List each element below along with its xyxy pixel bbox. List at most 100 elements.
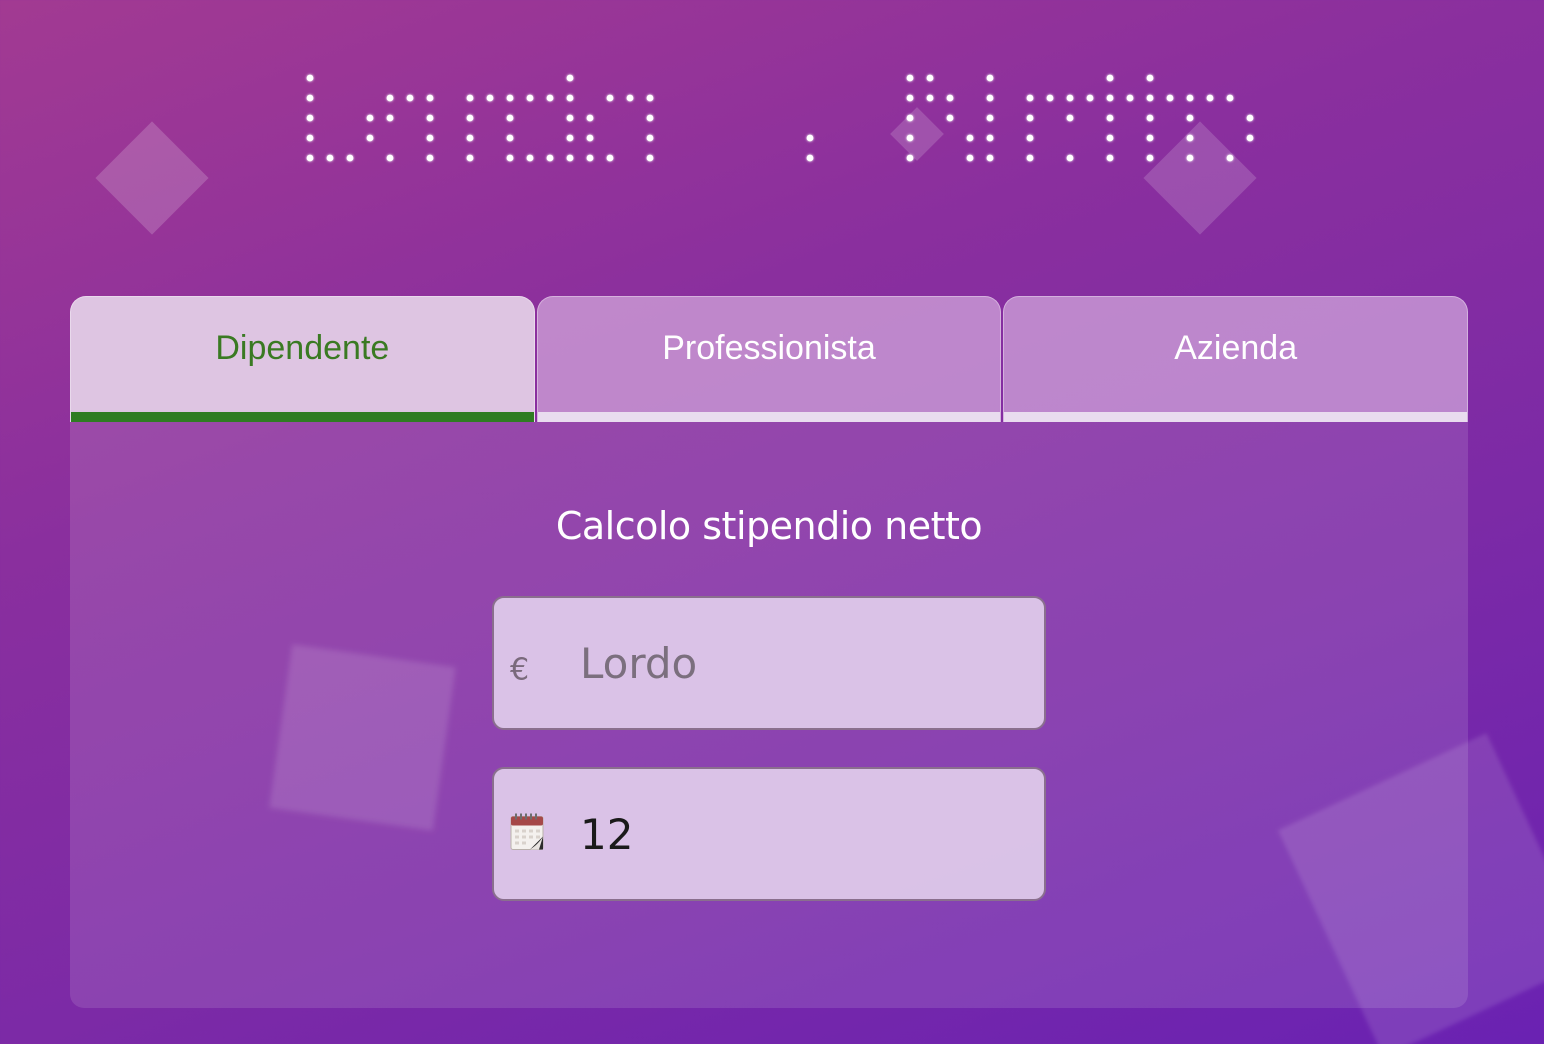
tab-azienda[interactable]: Azienda [1003,296,1469,422]
tab-professionista[interactable]: Professionista [536,296,1002,422]
gross-salary-field: € [492,596,1046,730]
tab-label: Azienda [1174,329,1298,367]
title-dot [306,154,314,162]
title-dot [1106,114,1114,122]
title-dot [906,94,914,102]
title-dot [506,94,514,102]
title-dot [306,74,314,82]
title-dot [1066,94,1074,102]
title-dot [426,114,434,122]
title-dot [546,94,554,102]
title-dot [626,94,634,102]
title-dot [986,74,994,82]
title-dot [1026,154,1034,162]
tab-active-indicator [71,412,534,422]
title-dot [566,94,574,102]
title-dot [526,154,534,162]
form-title: Calcolo stipendio netto [555,504,983,548]
title-dot [1226,154,1234,162]
title-dot [906,114,914,122]
title-dot [1186,94,1194,102]
title-dot [466,94,474,102]
title-dot [506,154,514,162]
title-dot [546,154,554,162]
title-dot [966,154,974,162]
title-dot [606,94,614,102]
title-dot [326,154,334,162]
title-dot [426,154,434,162]
title-dot [1106,134,1114,142]
title-dot [506,134,514,142]
tab-bar: Dipendente Professionista Azienda [70,296,1469,422]
title-dot [366,114,374,122]
title-dot [906,134,914,142]
title-dot [466,114,474,122]
page-title-text [306,74,1254,162]
calculator-panel: Calcolo stipendio netto € [70,422,1468,1008]
title-dot [386,154,394,162]
title-dot [386,94,394,102]
title-dot [1146,154,1154,162]
title-dot [306,114,314,122]
title-dot [1146,94,1154,102]
title-dot [946,94,954,102]
title-dot [906,154,914,162]
title-dot [1126,94,1134,102]
title-dot [306,134,314,142]
title-dot [1066,154,1074,162]
title-dot [1026,94,1034,102]
title-dot [646,114,654,122]
title-dot [986,154,994,162]
title-dot [466,154,474,162]
tab-label: Dipendente [215,329,390,367]
title-dot [426,94,434,102]
gross-salary-input[interactable] [580,598,1024,728]
title-dot [986,134,994,142]
tab-indicator [1004,412,1468,422]
title-dot [1046,94,1054,102]
title-dot [1246,134,1254,142]
title-dot [1186,154,1194,162]
tab-indicator [537,412,1001,422]
title-dot [1086,94,1094,102]
title-dot [406,94,414,102]
title-dot [986,114,994,122]
title-dot [906,74,914,82]
title-dot [1106,74,1114,82]
title-dot [586,134,594,142]
title-dot [606,154,614,162]
euro-icon: € [510,652,530,688]
title-dot [646,154,654,162]
title-dot [926,74,934,82]
title-dot [1026,134,1034,142]
title-dot [1026,114,1034,122]
title-dot [526,94,534,102]
title-dot [586,114,594,122]
title-dot [386,114,394,122]
title-dot [1226,94,1234,102]
title-dot [1106,94,1114,102]
months-input[interactable] [580,769,1024,899]
title-dot [1146,114,1154,122]
title-dot [566,114,574,122]
title-dot [566,154,574,162]
title-dot [1106,154,1114,162]
title-dot [986,94,994,102]
title-dot [426,134,434,142]
title-dot [646,134,654,142]
title-dot [566,74,574,82]
title-dot [486,94,494,102]
title-dot [1066,114,1074,122]
title-dot [926,94,934,102]
tab-dipendente[interactable]: Dipendente [70,296,535,422]
title-dot [1146,74,1154,82]
tab-label: Professionista [662,329,876,367]
title-dot [1206,94,1214,102]
title-dot [1186,134,1194,142]
title-dot [946,114,954,122]
title-dot [1186,114,1194,122]
title-dot [346,154,354,162]
title-dot [306,94,314,102]
title-dot [466,134,474,142]
title-dot [966,134,974,142]
